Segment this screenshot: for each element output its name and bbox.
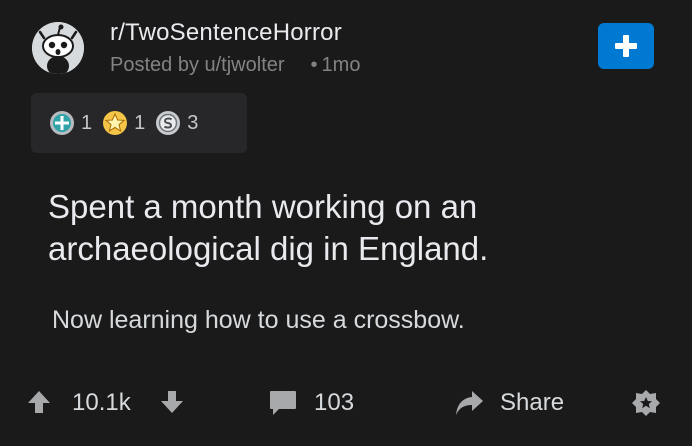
post-title-line: archaeological dig in England. <box>48 230 489 267</box>
arrow-up-icon <box>28 391 50 413</box>
award-count: 3 <box>187 111 199 134</box>
action-bar: 10.1k 103 Share <box>0 383 692 423</box>
award-outline-icon <box>632 390 660 416</box>
comments-button[interactable]: 103 <box>268 389 354 417</box>
subreddit-name[interactable]: r/TwoSentenceHorror <box>110 19 342 47</box>
award-count: 1 <box>134 111 146 134</box>
silver-award-icon <box>156 111 181 135</box>
award-star[interactable]: 1 <box>102 110 145 136</box>
awards-panel[interactable]: 1 1 3 <box>31 93 247 153</box>
vote-count: 10.1k <box>72 389 131 416</box>
meta-separator: • <box>310 54 318 76</box>
subreddit-avatar[interactable] <box>32 22 84 74</box>
plus-icon <box>615 35 637 57</box>
award-silver[interactable]: 3 <box>155 110 198 136</box>
post-meta: Posted by u/tjwolter • 1mo <box>110 54 360 77</box>
comments-count: 103 <box>314 389 355 416</box>
comment-icon <box>270 391 296 415</box>
upvote-button[interactable] <box>26 389 52 415</box>
post-title[interactable]: Spent a month working on an archaeologic… <box>48 186 648 270</box>
save-award-button[interactable] <box>630 388 662 418</box>
award-helpful[interactable]: 1 <box>49 110 92 136</box>
arrow-down-icon <box>161 391 183 413</box>
join-button[interactable] <box>598 23 654 69</box>
share-arrow-icon <box>456 391 483 415</box>
award-count: 1 <box>81 111 93 134</box>
posted-by[interactable]: Posted by u/tjwolter <box>110 54 285 76</box>
post-title-line: Spent a month working on an <box>48 188 478 225</box>
share-label: Share <box>500 389 565 416</box>
downvote-button[interactable] <box>159 389 185 415</box>
post-body: Now learning how to use a crossbow. <box>52 306 465 334</box>
share-button[interactable]: Share <box>454 389 564 417</box>
ghost-mascot-icon <box>32 22 84 74</box>
star-award-icon <box>103 111 128 135</box>
helpful-award-icon <box>50 111 74 135</box>
post-age: 1mo <box>321 54 361 76</box>
